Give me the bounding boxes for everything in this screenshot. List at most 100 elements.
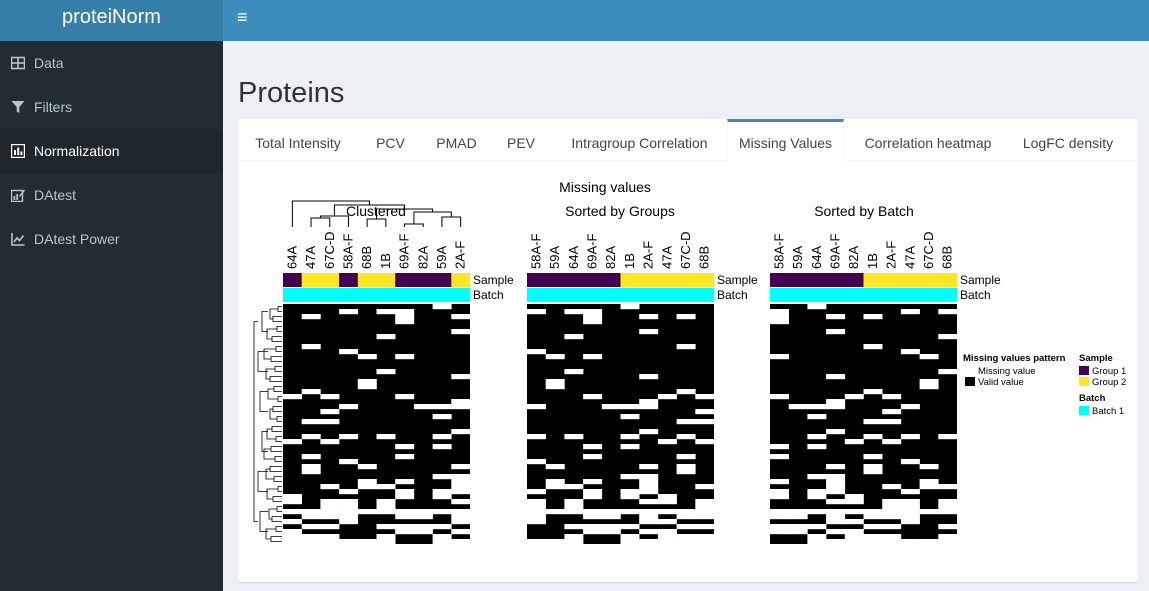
missing-cell <box>451 479 471 485</box>
legend-group2-swatch <box>1079 377 1089 386</box>
dendrogram-branch <box>413 211 452 224</box>
missing-cell <box>357 384 377 390</box>
missing-cell <box>564 484 584 490</box>
missing-cell <box>676 434 696 440</box>
dendrogram-branch <box>266 488 278 500</box>
sidebar-toggle-icon[interactable]: ≡ <box>237 7 248 27</box>
missing-cell <box>527 489 546 495</box>
missing-cell <box>639 519 659 525</box>
missing-cell <box>863 454 883 460</box>
tab-correlation-heatmap[interactable]: Correlation heatmap <box>848 119 1008 161</box>
app-logo[interactable]: proteiNorm <box>0 0 223 41</box>
dendrogram-branch <box>275 526 282 532</box>
missing-cell <box>451 539 471 545</box>
missing-cell <box>844 519 864 525</box>
missing-cell <box>863 464 883 470</box>
missing-cell <box>807 539 827 545</box>
missing-cell <box>826 529 846 535</box>
batch-annotation-label: Batch <box>960 288 991 302</box>
missing-cell <box>676 514 696 520</box>
missing-cell <box>826 314 846 320</box>
tab-pev[interactable]: PEV <box>490 119 552 161</box>
missing-cell <box>807 524 827 530</box>
missing-cell <box>283 509 302 515</box>
legend-batch1-label: Batch 1 <box>1092 406 1124 417</box>
missing-cell <box>863 469 883 475</box>
missing-cell <box>770 494 789 500</box>
missing-cell <box>620 404 640 410</box>
batch-annotation-label: Batch <box>717 288 748 302</box>
missing-cell <box>882 509 902 515</box>
missing-cell <box>583 454 603 460</box>
missing-cell <box>882 514 902 520</box>
missing-cell <box>395 509 415 515</box>
missing-cell <box>639 474 659 480</box>
sample-annotation-cell <box>451 273 471 287</box>
missing-cell <box>583 354 603 360</box>
column-label: 47A <box>303 246 318 269</box>
missing-cell <box>583 319 603 325</box>
tab-pcv[interactable]: PCV <box>358 119 423 161</box>
missing-cell <box>676 524 696 530</box>
dendrogram-branch <box>263 448 275 460</box>
sidebar-item-normalization[interactable]: Normalization <box>0 129 223 173</box>
sidebar-item-datest[interactable]: DAtest <box>0 173 223 217</box>
missing-cell <box>395 454 415 460</box>
tab-logfc-density[interactable]: LogFC density <box>1008 119 1128 161</box>
missing-cell <box>564 504 584 510</box>
missing-cell <box>882 524 902 530</box>
sidebar-item-label: Filters <box>34 99 73 115</box>
dendrogram-branch <box>268 508 277 520</box>
missing-cell <box>938 509 958 515</box>
main-content: Proteins Total Intensity PCV PMAD PEV In… <box>223 41 1149 591</box>
column-label: 59A <box>434 246 449 269</box>
legend-missing-label: Missing value <box>978 366 1036 377</box>
missing-cell <box>639 539 659 545</box>
missing-cell <box>301 454 321 460</box>
missing-cell <box>451 484 471 490</box>
tab-missing-values[interactable]: Missing Values <box>727 119 844 161</box>
missing-cell <box>620 509 640 515</box>
dendrogram-branch <box>272 316 282 322</box>
column-label: 67C-D <box>678 231 693 269</box>
legend-valid-label: Valid value <box>978 377 1024 388</box>
missing-cell <box>676 539 696 545</box>
dendrogram-branch <box>269 376 282 382</box>
sample-annotation-label: Sample <box>717 273 758 287</box>
missing-cell <box>413 524 433 530</box>
missing-cell <box>695 419 715 425</box>
legend-batch1-swatch <box>1079 406 1089 415</box>
sidebar-item-filters[interactable]: Filters <box>0 85 223 129</box>
heatmap-panels: 64A 47A 67C-D 58A-F 68B 1B 69A-F 82A 59A 2A-FSamp… <box>283 231 1001 545</box>
missing-cell <box>357 479 377 485</box>
missing-cell <box>601 509 621 515</box>
missing-cell <box>844 539 864 545</box>
missing-cell <box>863 534 883 540</box>
missing-cell <box>919 509 939 515</box>
batch-annotation-cell <box>863 288 883 302</box>
legend: Missing values pattern Missing value Val… <box>963 353 1126 417</box>
missing-cell <box>900 404 920 410</box>
missing-cell <box>620 304 640 310</box>
dendrogram-branch <box>257 351 268 372</box>
missing-cell <box>695 509 715 515</box>
missing-cell <box>882 499 902 505</box>
missing-cell <box>844 529 864 535</box>
legend-valid-swatch <box>965 377 975 386</box>
missing-cell <box>413 509 433 515</box>
missing-cell <box>451 489 471 495</box>
missing-cell <box>339 459 359 465</box>
tab-intragroup-correlation[interactable]: Intragroup Correlation <box>552 119 727 161</box>
sample-annotation-cell <box>844 273 864 287</box>
missing-cell <box>376 309 396 315</box>
sidebar-item-data[interactable]: Data <box>0 41 223 85</box>
sidebar-item-datest-power[interactable]: DAtest Power <box>0 217 223 261</box>
missing-cell <box>451 329 471 335</box>
tab-total-intensity[interactable]: Total Intensity <box>238 119 358 161</box>
dendrogram-branch <box>273 476 282 482</box>
missing-cell <box>527 309 546 315</box>
missing-cell <box>564 534 584 540</box>
missing-cell <box>807 494 827 500</box>
tab-pmad[interactable]: PMAD <box>423 119 490 161</box>
sample-annotation-cell <box>882 273 902 287</box>
